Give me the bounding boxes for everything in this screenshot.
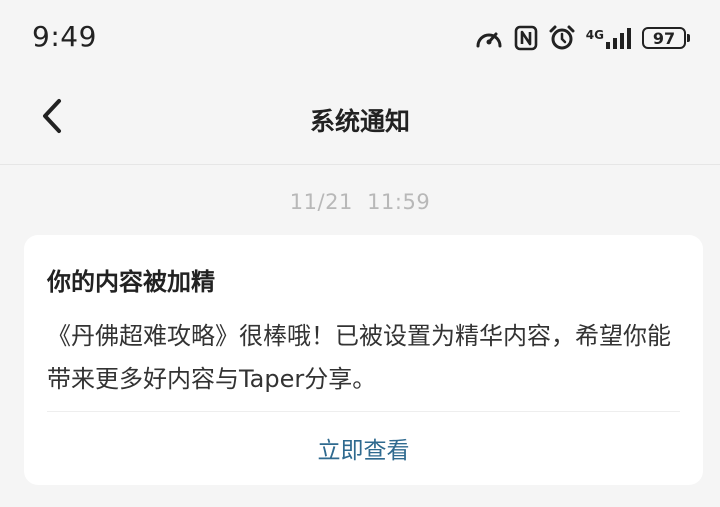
battery-level: 97	[642, 27, 686, 49]
network-type-label: 4G	[585, 28, 604, 42]
message-timestamp: 11/21 11:59	[289, 190, 431, 214]
page-title: 系统通知	[309, 107, 410, 136]
notification-body: 《丹佛超难攻略》很棒哦！已被设置为精华内容，希望你能带来更多好内容与Taper分…	[47, 322, 671, 393]
signal-icon: 4G	[586, 27, 632, 49]
alarm-icon	[548, 24, 576, 52]
speedometer-icon	[474, 24, 504, 52]
status-bar: 9:49 4G 97	[0, 0, 720, 76]
battery-icon: 97	[642, 27, 690, 49]
status-time: 9:49	[32, 20, 97, 53]
nfc-icon	[514, 25, 538, 51]
card-divider	[47, 411, 680, 412]
notification-card: 你的内容被加精 《丹佛超难攻略》很棒哦！已被设置为精华内容，希望你能带来更多好内…	[24, 235, 703, 485]
notification-title: 你的内容被加精	[47, 268, 215, 296]
nav-bar: 系统通知	[0, 76, 720, 165]
status-icons: 4G 97	[474, 22, 690, 54]
view-now-button[interactable]: 立即查看	[24, 431, 703, 465]
